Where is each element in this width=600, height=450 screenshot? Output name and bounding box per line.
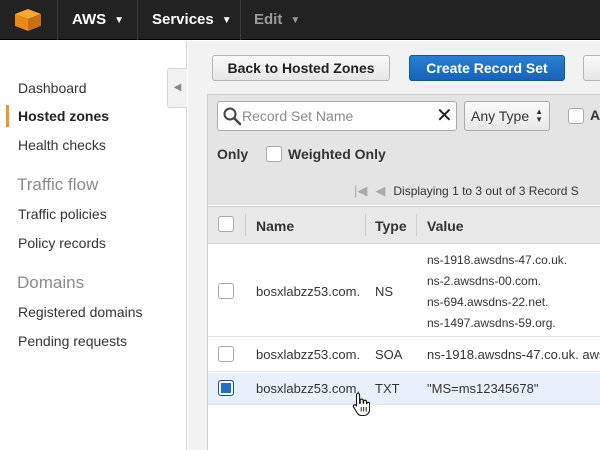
row-checkbox-checked[interactable] (218, 380, 234, 396)
divider (137, 0, 138, 40)
column-divider (416, 214, 417, 236)
chevron-left-icon: ◀ (173, 82, 182, 93)
alias-only-label: A (590, 107, 600, 123)
search-box: ✕ (217, 101, 457, 131)
type-select[interactable]: Any Type ▲ ▼ (464, 101, 550, 131)
divider (57, 0, 58, 40)
sidebar-item-health-checks[interactable]: Health checks (18, 137, 106, 153)
record-value: ns-1918.awsdns-47.co.uk. awsdns (427, 347, 600, 362)
alias-only-checkbox[interactable] (568, 108, 584, 124)
row-checkbox[interactable] (218, 346, 234, 362)
collapse-sidebar-button[interactable]: ◀ (167, 68, 187, 108)
weighted-only-checkbox[interactable] (266, 146, 282, 162)
first-page-icon[interactable]: |◀ (354, 183, 367, 198)
record-name: bosxlabzz53.com. (256, 284, 361, 299)
row-checkbox[interactable] (218, 283, 234, 299)
select-all-checkbox[interactable] (218, 216, 234, 232)
record-value: ns-2.awsdns-00.com. (427, 274, 542, 288)
type-select-value: Any Type (471, 108, 530, 124)
sidebar-item-pending-requests[interactable]: Pending requests (18, 333, 127, 349)
sidebar-section-traffic-flow: Traffic flow (17, 175, 99, 194)
record-value: ns-1497.awsdns-59.org. (427, 316, 556, 330)
divider (240, 0, 241, 40)
only-label: Only (217, 146, 249, 162)
chevron-down-icon: ▼ (221, 15, 232, 26)
record-name: bosxlabzz53.com. (256, 347, 361, 362)
edit-menu-label: Edit (254, 11, 283, 28)
pagination: |◀ ◀ Displaying 1 to 3 out of 3 Record S (354, 183, 579, 199)
clear-search-icon[interactable]: ✕ (436, 104, 453, 128)
record-type: NS (375, 284, 394, 299)
previous-page-icon[interactable]: ◀ (375, 183, 385, 198)
column-header-name[interactable]: Name (256, 218, 294, 234)
column-header-type[interactable]: Type (375, 218, 407, 234)
weighted-only-label: Weighted Only (288, 146, 386, 162)
column-header-value[interactable]: Value (427, 218, 464, 234)
record-value: "MS=ms12345678" (427, 381, 539, 396)
sidebar-section-domains: Domains (17, 273, 85, 292)
active-indicator (6, 105, 9, 127)
chevron-down-icon: ▼ (290, 15, 301, 26)
sidebar-item-hosted-zones[interactable]: Hosted zones (18, 108, 109, 124)
search-icon (223, 107, 242, 126)
select-arrows-icon: ▲ ▼ (535, 107, 543, 124)
top-navigation-bar: AWS ▼ Services ▼ Edit ▼ (0, 0, 600, 40)
aws-menu-label: AWS (72, 11, 107, 28)
chevron-down-icon: ▼ (114, 15, 125, 26)
sidebar-item-registered-domains[interactable]: Registered domains (18, 304, 143, 320)
sidebar-item-dashboard[interactable]: Dashboard (18, 80, 87, 96)
column-divider (245, 214, 246, 236)
edit-menu[interactable]: Edit ▼ (254, 0, 300, 40)
services-menu[interactable]: Services ▼ (152, 0, 232, 40)
record-type: SOA (375, 347, 403, 362)
pagination-text: Displaying 1 to 3 out of 3 Record S (393, 184, 579, 198)
record-value: ns-694.awsdns-22.net. (427, 295, 549, 309)
record-value: ns-1918.awsdns-47.co.uk. (427, 253, 568, 267)
aws-cube-logo-icon[interactable] (13, 8, 43, 32)
hand-pointer-cursor-icon (352, 392, 370, 416)
aws-menu[interactable]: AWS ▼ (72, 0, 124, 40)
services-menu-label: Services (152, 11, 214, 28)
search-input[interactable] (242, 102, 432, 130)
create-record-set-button[interactable]: Create Record Set (409, 55, 565, 81)
sidebar-item-traffic-policies[interactable]: Traffic policies (18, 206, 107, 222)
column-divider (365, 214, 366, 236)
more-actions-button[interactable] (583, 55, 600, 81)
back-to-hosted-zones-button[interactable]: Back to Hosted Zones (212, 55, 390, 81)
record-type: TXT (375, 381, 400, 396)
sidebar-item-policy-records[interactable]: Policy records (18, 235, 106, 251)
record-name: bosxlabzz53.com. (256, 381, 361, 396)
